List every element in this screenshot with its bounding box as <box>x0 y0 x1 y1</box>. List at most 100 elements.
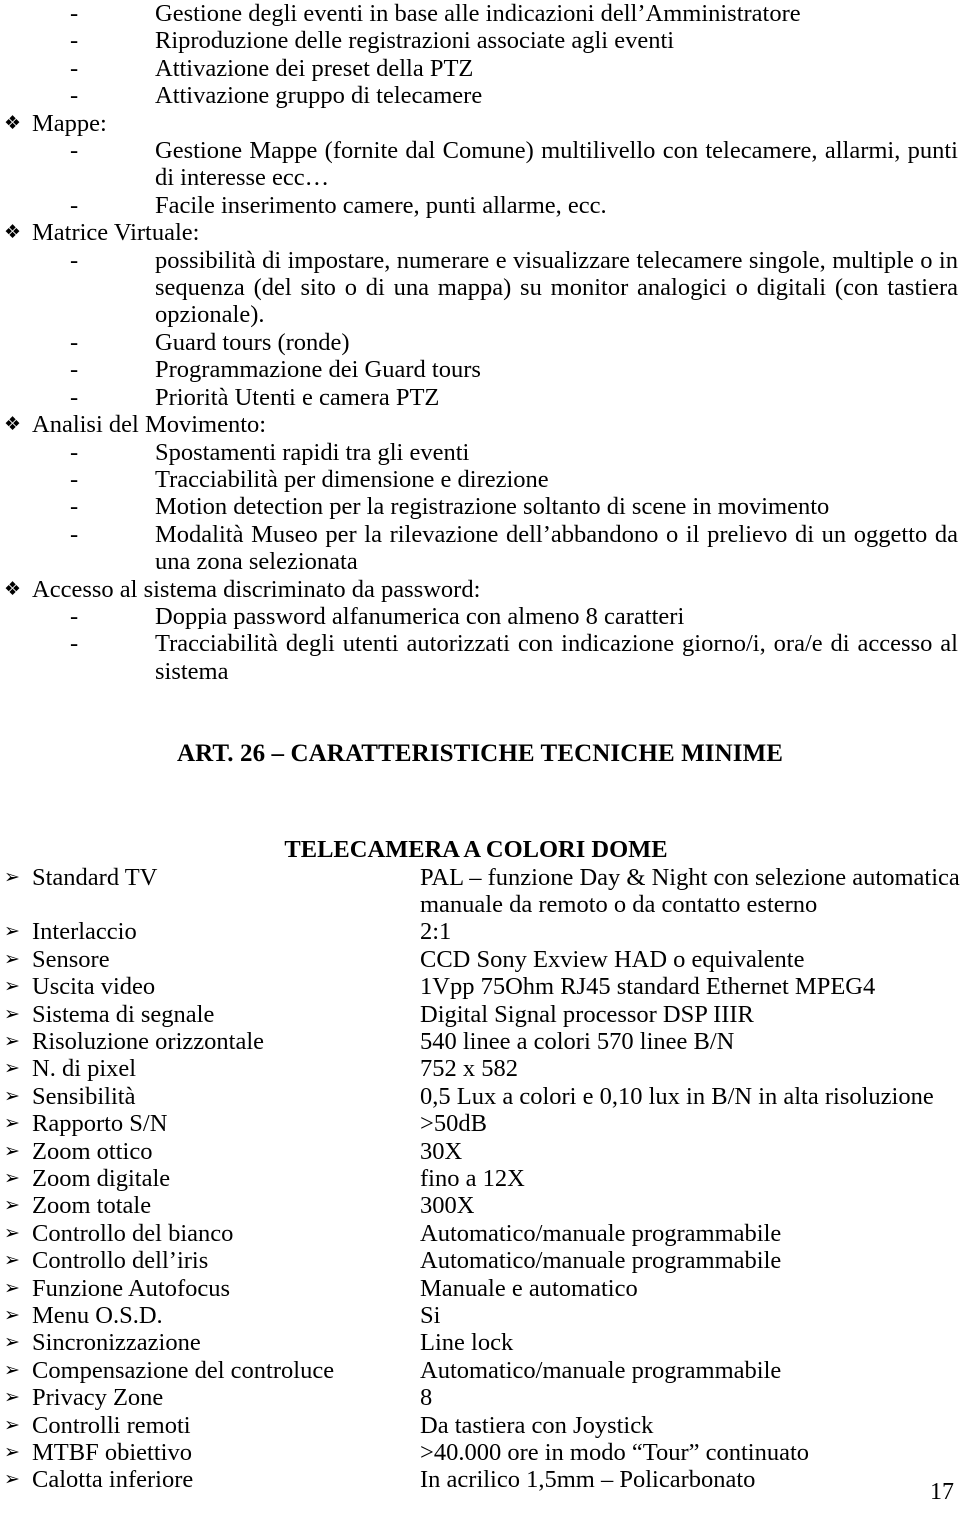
specification-table: ➢ Standard TV PAL – funzione Day & Night c… <box>0 864 960 1494</box>
spec-value-line: manuale da remoto o da contatto esterno <box>420 890 818 918</box>
spec-label: Risoluzione orizzontale <box>32 1027 264 1055</box>
spec-label: Uscita video <box>32 973 156 1001</box>
diamond-bullet-icon: ❖ <box>4 577 22 600</box>
spec-label: N. di pixel <box>32 1055 137 1083</box>
dash-bullet-icon: - <box>70 602 79 630</box>
spec-value: 540 linee a colori 570 linee B/N <box>420 1028 940 1055</box>
table-row: ➢ Controllo dell’iris Automatico/manuale p… <box>0 1247 960 1274</box>
list-item: - possibilità di impostare, numerare e vi… <box>0 247 960 329</box>
list-item: - Doppia password alfanumerica con almeno… <box>0 603 960 630</box>
spec-value-line: 752 x 582 <box>420 1055 518 1083</box>
spec-value: Digital Signal processor DSP IIIR <box>420 1001 940 1028</box>
table-row: ➢ Sistema di segnale Digital Signal proces… <box>0 1001 960 1028</box>
spec-value-line: 30X <box>420 1137 463 1165</box>
spec-value-line: Automatico/manuale programmabile <box>420 1219 782 1247</box>
spec-value: Manuale e automatico <box>420 1275 940 1302</box>
table-row: ➢ Zoom ottico 30X <box>0 1138 960 1165</box>
arrow-bullet-icon: ➢ <box>4 1468 20 1491</box>
list-item: - Programmazione dei Guard tours <box>0 356 960 383</box>
dash-bullet-icon: - <box>70 27 79 55</box>
arrow-bullet-icon: ➢ <box>4 1084 20 1107</box>
section-heading: ❖ Matrice Virtuale: <box>0 219 960 246</box>
section-heading-label: Mappe: <box>32 109 107 137</box>
list-item: - Priorità Utenti e camera PTZ <box>0 384 960 411</box>
table-row: ➢ MTBF obiettivo >40.000 ore in modo “Tour… <box>0 1439 960 1466</box>
list-item: - Guard tours (ronde) <box>0 329 960 356</box>
table-row: ➢ Zoom digitale fino a 12X <box>0 1165 960 1192</box>
spec-value-line: Si <box>420 1302 441 1330</box>
spec-value: Automatico/manuale programmabile <box>420 1357 940 1384</box>
list-item-label: Spostamenti rapidi tra gli eventi <box>155 438 470 466</box>
spec-value: Si <box>420 1302 940 1329</box>
spec-value-line: fino a 12X <box>420 1165 525 1192</box>
list-item: - Gestione degli eventi in base alle indi… <box>0 0 960 27</box>
spec-value-line: Automatico/manuale programmabile <box>420 1356 782 1384</box>
table-row: ➢ N. di pixel 752 x 582 <box>0 1055 960 1082</box>
arrow-bullet-icon: ➢ <box>4 947 20 970</box>
table-row: ➢ Rapporto S/N >50dB <box>0 1110 960 1137</box>
spec-label: Controlli remoti <box>32 1411 191 1439</box>
list-item-label: Facile inserimento camere, punti allarme… <box>155 191 607 219</box>
list-item: - Riproduzione delle registrazioni associ… <box>0 27 960 54</box>
spec-value: CCD Sony Exview HAD o equivalente <box>420 946 940 973</box>
spec-value: Da tastiera con Joystick <box>420 1412 940 1439</box>
table-row: ➢ Sensore CCD Sony Exview HAD o equivalent… <box>0 946 960 973</box>
dash-bullet-icon: - <box>70 328 79 356</box>
spec-label: Interlaccio <box>32 918 137 946</box>
arrow-bullet-icon: ➢ <box>4 1331 20 1354</box>
table-row: ➢ Calotta inferiore In acrilico 1,5mm – Po… <box>0 1466 960 1493</box>
spec-value-line: Da tastiera con Joystick <box>420 1411 654 1439</box>
list-item: - Facile inserimento camere, punti allarm… <box>0 192 960 219</box>
spec-label: Sistema di segnale <box>32 1000 215 1028</box>
list-item-label: Priorità Utenti e camera PTZ <box>155 383 440 411</box>
article-heading: ART. 26 – CARATTERISTICHE TECNICHE MINIM… <box>176 739 784 767</box>
arrow-bullet-icon: ➢ <box>4 865 20 888</box>
section-heading-label: Accesso al sistema discriminato da passw… <box>32 575 481 603</box>
table-row: ➢ Funzione Autofocus Manuale e automatico <box>0 1275 960 1302</box>
list-item-label: Motion detection per la registrazione so… <box>155 493 830 521</box>
list-item-label: Gestione Mappe (fornite dal Comune) mult… <box>155 137 958 192</box>
arrow-bullet-icon: ➢ <box>4 1002 20 1025</box>
arrow-bullet-icon: ➢ <box>4 1221 20 1244</box>
table-row: ➢ Controllo del bianco Automatico/manuale … <box>0 1220 960 1247</box>
table-row: ➢ Compensazione del controluce Automatico/… <box>0 1357 960 1384</box>
arrow-bullet-icon: ➢ <box>4 1358 20 1381</box>
list-item: - Attivazione dei preset della PTZ <box>0 55 960 82</box>
list-item: - Modalità Museo per la rilevazione dell’… <box>0 521 960 576</box>
document-page: - Gestione degli eventi in base alle indi… <box>0 0 960 1526</box>
spec-value: 300X <box>420 1192 940 1219</box>
spec-value-line: 2:1 <box>420 918 452 946</box>
spec-label: Menu O.S.D. <box>32 1302 163 1330</box>
spec-value: fino a 12X <box>420 1165 940 1192</box>
spec-value-line: CCD Sony Exview HAD o equivalente <box>420 945 805 973</box>
spec-value-line: Manuale e automatico <box>420 1274 638 1302</box>
spec-value-line: >50dB <box>420 1110 487 1138</box>
list-item: - Attivazione gruppo di telecamere <box>0 82 960 109</box>
spec-value-line: 0,5 Lux a colori e 0,10 lux in B/N in al… <box>420 1082 934 1110</box>
arrow-bullet-icon: ➢ <box>4 975 20 998</box>
list-item-label: Attivazione gruppo di telecamere <box>155 82 483 110</box>
arrow-bullet-icon: ➢ <box>4 1249 20 1272</box>
diamond-bullet-icon: ❖ <box>4 111 22 134</box>
table-row: ➢ Menu O.S.D. Si <box>0 1302 960 1329</box>
list-item-label: Guard tours (ronde) <box>155 328 350 356</box>
diamond-bullet-icon: ❖ <box>4 221 22 244</box>
dash-bullet-icon: - <box>70 438 79 466</box>
spec-label: Rapporto S/N <box>32 1110 168 1138</box>
spec-value-line: PAL – funzione Day & Night con selezione… <box>420 863 960 891</box>
arrow-bullet-icon: ➢ <box>4 920 20 943</box>
section-heading-label: Matrice Virtuale: <box>32 219 200 247</box>
list-item: - Tracciabilità per dimensione e direzion… <box>0 466 960 493</box>
spec-label: MTBF obiettivo <box>32 1439 192 1467</box>
table-row: ➢ Controlli remoti Da tastiera con Joystic… <box>0 1412 960 1439</box>
spec-value-line: Automatico/manuale programmabile <box>420 1247 782 1275</box>
spec-label: Standard TV <box>32 863 158 891</box>
section-heading: ❖ Mappe: <box>0 110 960 137</box>
spec-label: Funzione Autofocus <box>32 1274 231 1302</box>
arrow-bullet-icon: ➢ <box>4 1029 20 1052</box>
dash-bullet-icon: - <box>70 356 79 384</box>
list-item: - Motion detection per la registrazione s… <box>0 493 960 520</box>
dash-bullet-icon: - <box>70 0 79 27</box>
list-item-label: Gestione degli eventi in base alle indic… <box>155 0 801 27</box>
